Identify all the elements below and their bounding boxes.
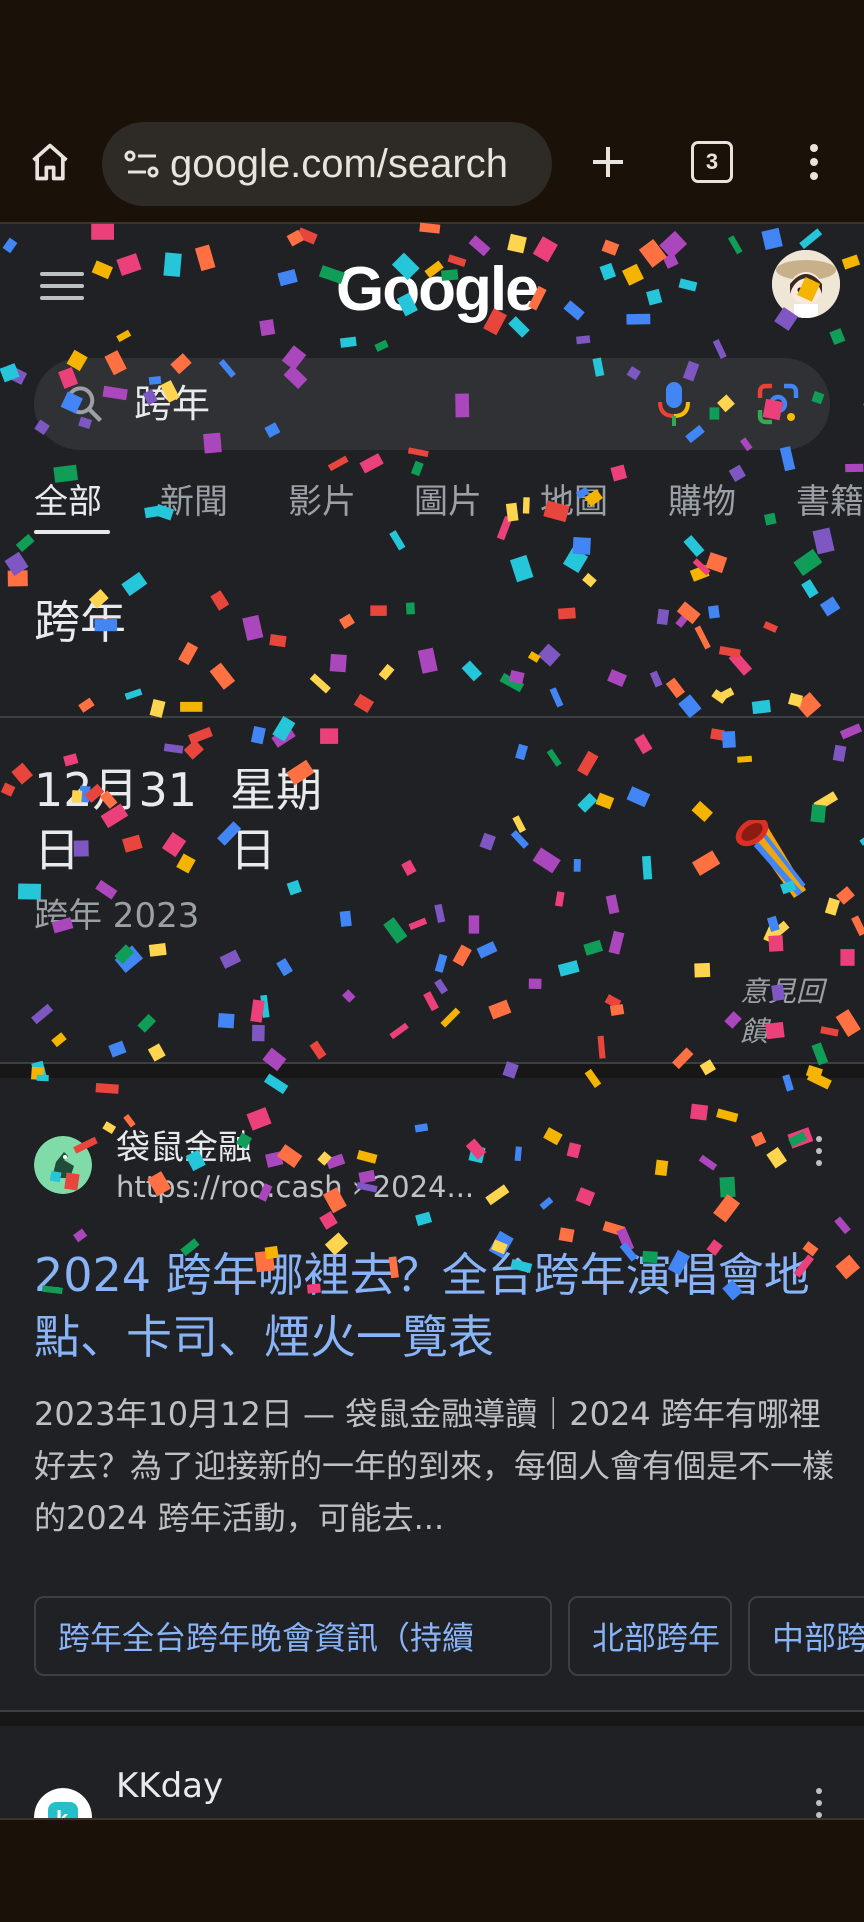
result-site-name[interactable]: KKday xyxy=(116,1766,223,1806)
url-text[interactable]: google.com/search xyxy=(170,122,508,206)
sitelink-chip[interactable]: 跨年全台跨年晚會資訊（持續 xyxy=(34,1596,552,1676)
home-icon xyxy=(32,143,68,181)
tab-videos[interactable]: 影片 xyxy=(288,474,356,523)
microphone-icon[interactable] xyxy=(654,380,694,428)
google-header: Google xyxy=(0,224,864,344)
kebab-menu-icon[interactable] xyxy=(816,1136,824,1172)
more-menu-icon xyxy=(810,144,818,180)
home-button[interactable] xyxy=(20,132,80,192)
site-settings-icon[interactable] xyxy=(124,148,160,180)
tab-all[interactable]: 全部 xyxy=(34,474,102,523)
tab-maps[interactable]: 地圖 xyxy=(540,474,608,523)
answer-divider xyxy=(0,716,864,718)
new-tab-icon xyxy=(593,147,623,177)
date-line: 日 xyxy=(34,823,80,877)
answer-heading: 跨年 xyxy=(34,595,126,649)
web-page: Google 跨年 全部 新聞 影片 圖片 地圖 購物 書籍 跨年 12月31 … xyxy=(0,222,864,1820)
google-lens-icon[interactable] xyxy=(754,380,802,428)
navigation-bar xyxy=(0,1818,864,1922)
party-popper-icon xyxy=(735,820,806,898)
avatar[interactable] xyxy=(772,250,840,318)
browser-toolbar: google.com/search 3 xyxy=(0,110,864,222)
tab-shopping[interactable]: 購物 xyxy=(668,474,736,523)
more-menu-button[interactable] xyxy=(784,132,844,192)
weekday-line: 星期 xyxy=(230,763,322,817)
sitelink-chip[interactable]: 北部跨年 xyxy=(568,1596,732,1676)
search-icon xyxy=(66,386,103,423)
roo-cash-favicon[interactable] xyxy=(34,1136,92,1194)
tab-switcher-button[interactable]: 3 xyxy=(682,132,742,192)
result-snippet: 2023年10月12日 — 袋鼠金融導讀｜2024 跨年有哪裡好去？為了迎接新的… xyxy=(34,1395,835,1537)
result-site-url[interactable]: https://roo.cash › 2024... xyxy=(116,1170,474,1204)
active-tab-indicator xyxy=(34,530,110,534)
hamburger-menu-icon[interactable] xyxy=(40,272,84,302)
feedback-link[interactable]: 意見回饋 xyxy=(740,972,830,1052)
section-separator xyxy=(0,1064,864,1078)
weekday-value: 星期 日 xyxy=(230,760,322,880)
answer-subtitle: 跨年 2023 xyxy=(34,896,200,936)
kkday-favicon[interactable]: k xyxy=(34,1788,92,1820)
search-query[interactable]: 跨年 xyxy=(134,358,210,450)
weekday-line: 日 xyxy=(230,823,276,877)
section-separator xyxy=(0,1712,864,1726)
new-tab-button[interactable] xyxy=(578,132,638,192)
tab-switcher-icon: 3 xyxy=(691,141,733,183)
address-bar[interactable]: google.com/search xyxy=(102,122,552,206)
tab-news[interactable]: 新聞 xyxy=(160,474,228,523)
kebab-menu-icon[interactable] xyxy=(816,1788,824,1820)
date-line: 12月31 xyxy=(34,763,198,817)
search-box[interactable]: 跨年 xyxy=(34,358,830,450)
sitelink-chip[interactable]: 中部跨 xyxy=(748,1596,864,1676)
google-logo[interactable]: Google xyxy=(336,254,540,325)
tab-images[interactable]: 圖片 xyxy=(414,474,482,523)
result-site-name[interactable]: 袋鼠金融 xyxy=(116,1120,252,1169)
date-value: 12月31 日 xyxy=(34,760,197,880)
search-tabs: 全部 新聞 影片 圖片 地圖 購物 書籍 xyxy=(0,474,864,544)
result-title-link[interactable]: 2024 跨年哪裡去？全台跨年演唱會地點、卡司、煙火一覽表 xyxy=(34,1244,834,1368)
tab-books[interactable]: 書籍 xyxy=(796,474,864,523)
status-bar xyxy=(0,0,864,110)
